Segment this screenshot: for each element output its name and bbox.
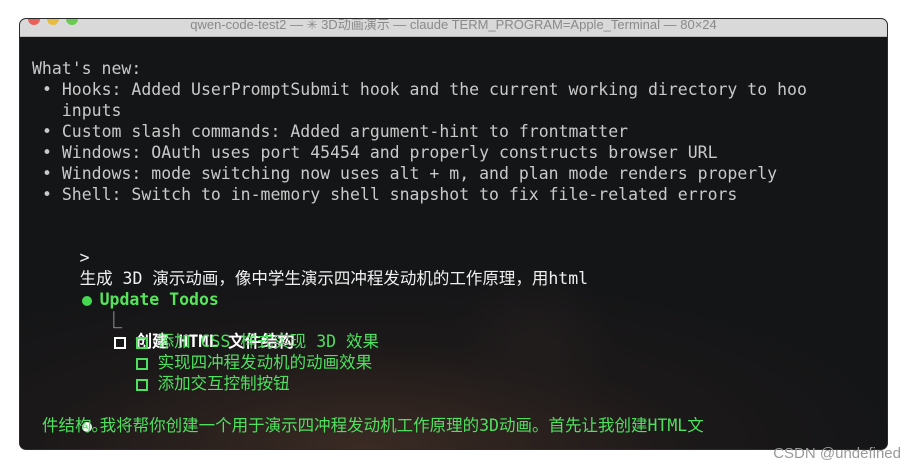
todo-item: ⎿ 创建 HTML 文件结构 bbox=[46, 289, 295, 351]
whats-new-item: • Windows: mode switching now uses alt +… bbox=[42, 164, 778, 183]
checkbox-icon bbox=[135, 378, 148, 391]
user-prompt: > 生成 3D 演示动画，像中学生演示四冲程发动机的工作原理，用html bbox=[20, 226, 588, 288]
todo-label: 添加交互控制按钮 bbox=[157, 374, 290, 393]
assistant-message-cont: 件结构。 bbox=[42, 416, 108, 435]
todo-item: 实现四冲程发动机的动画效果 bbox=[76, 331, 372, 372]
whats-new-heading: What's new: bbox=[32, 59, 142, 78]
prompt-symbol: > bbox=[79, 248, 90, 267]
todo-item: 添加交互控制按钮 bbox=[76, 352, 290, 393]
todo-item: 添加 CSS 样式实现 3D 效果 bbox=[76, 310, 379, 351]
whats-new-item: inputs bbox=[42, 101, 122, 120]
whats-new-item: • Hooks: Added UserPromptSubmit hook and… bbox=[42, 80, 807, 99]
assistant-message: 我将帮你创建一个用于演示四冲程发动机工作原理的3D动画。首先让我创建HTML文 bbox=[22, 394, 704, 435]
assistant-line-1: 我将帮你创建一个用于演示四冲程发动机工作原理的3D动画。首先让我创建HTML文 bbox=[99, 416, 704, 435]
whats-new-item: • Windows: OAuth uses port 45454 and pro… bbox=[42, 143, 718, 162]
watermark: CSDN @undefined bbox=[773, 445, 901, 462]
update-todos-header: Update Todos bbox=[22, 268, 219, 309]
whats-new-item: • Shell: Switch to in-memory shell snaps… bbox=[42, 185, 738, 204]
terminal-window: qwen-code-test2 — ✳ 3D动画演示 — claude TERM… bbox=[20, 19, 887, 449]
whats-new-item: • Custom slash commands: Added argument-… bbox=[42, 122, 629, 141]
terminal-output[interactable]: What's new: • Hooks: Added UserPromptSub… bbox=[20, 19, 887, 449]
